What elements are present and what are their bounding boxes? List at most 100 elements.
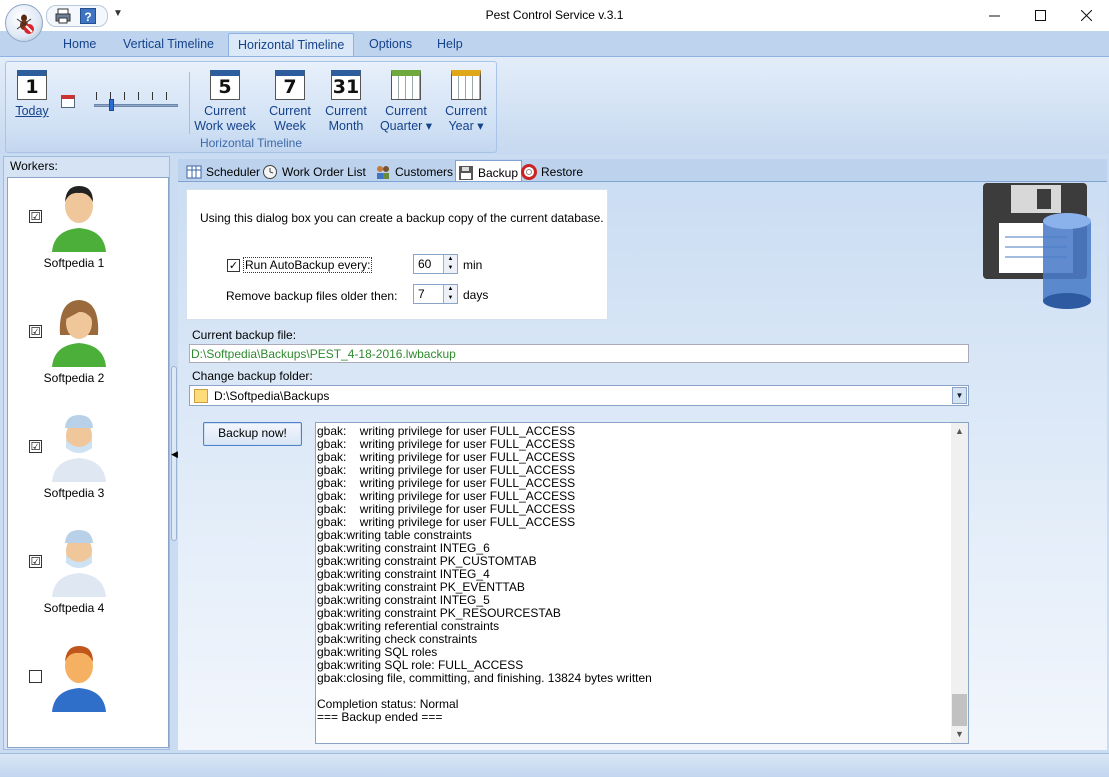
remove-days-value: 7 (418, 287, 425, 301)
ribbon-separator (189, 72, 190, 134)
autobackup-checkbox[interactable]: ✓ (227, 258, 240, 272)
current-file-label: Current backup file: (192, 328, 297, 342)
worker-name: Softpedia 3 (43, 486, 105, 500)
zoom-slider[interactable] (94, 92, 178, 114)
backup-log[interactable]: gbak: writing privilege for user FULL_AC… (315, 422, 969, 744)
calendar-year-icon (451, 70, 481, 100)
scrollbar-thumb[interactable] (952, 694, 967, 726)
current-quarter-button[interactable]: Current Quarter ▾ (378, 70, 434, 134)
autobackup-panel: Using this dialog box you can create a b… (186, 189, 608, 320)
log-line: gbak:closing file, committing, and finis… (317, 671, 652, 685)
tab-backup[interactable]: Backup (455, 160, 523, 181)
calendar-7-icon: 7 (275, 70, 305, 100)
window-title: Pest Control Service v.3.1 (485, 8, 624, 22)
customers-icon (375, 164, 391, 180)
worker-item[interactable] (8, 638, 168, 747)
worker-item[interactable]: ☑ Softpedia 1 (8, 178, 168, 288)
status-bar (0, 753, 1109, 777)
backup-folder-select[interactable]: D:\Softpedia\Backups ▼ (189, 385, 969, 406)
tab-restore[interactable]: Restore (521, 160, 586, 181)
worker-item[interactable]: ☑ Softpedia 2 (8, 293, 168, 403)
tab-customers[interactable]: Customers (375, 160, 456, 181)
tab-options[interactable]: Options (369, 37, 412, 51)
app-menu-button[interactable] (5, 4, 43, 42)
current-month-button[interactable]: 31 Current Month (322, 70, 370, 134)
main-content: Scheduler Work Order List Customers Back… (178, 156, 1107, 750)
autobackup-minutes-value: 60 (418, 257, 432, 271)
days-unit: days (463, 288, 489, 302)
lifebuoy-icon (521, 164, 537, 180)
tab-vertical-timeline[interactable]: Vertical Timeline (123, 37, 214, 51)
female-user-avatar-icon (52, 300, 106, 367)
worker-checkbox[interactable]: ☑ (29, 325, 42, 338)
worker-checkbox[interactable]: ☑ (29, 440, 42, 453)
doctor-avatar-icon (52, 530, 106, 597)
workers-list[interactable]: ☑ Softpedia 1 ☑ Softpedia 2 ☑ Softpedia … (7, 177, 169, 748)
close-button[interactable] (1063, 0, 1109, 31)
scheduler-grid-icon (186, 164, 202, 180)
change-folder-label: Change backup folder: (192, 369, 313, 383)
panel-splitter[interactable]: ◀ (171, 156, 178, 750)
worker-checkbox[interactable]: ☑ (29, 210, 42, 223)
document-tab-bar: Scheduler Work Order List Customers Back… (178, 159, 1107, 182)
collapse-panel-icon[interactable]: ◀ (171, 449, 178, 460)
spinner-arrows-icon[interactable]: ▲ ▼ (443, 285, 457, 303)
autobackup-row: ✓ Run AutoBackup every: (227, 257, 373, 273)
worker-item[interactable]: ☑ Softpedia 3 (8, 408, 168, 518)
workers-panel: Workers: ☑ Softpedia 1 ☑ Softpedia 2 ☑ S… (3, 156, 170, 750)
backup-folder-value: D:\Softpedia\Backups (214, 388, 330, 403)
ribbon: 1 Today 5 Current Work week 7 Current We… (0, 56, 1109, 154)
current-backup-file-field[interactable]: D:\Softpedia\Backups\PEST_4-18-2016.lwba… (189, 344, 969, 363)
autobackup-label[interactable]: Run AutoBackup every: (243, 257, 373, 273)
backup-disk-icon (458, 165, 474, 181)
calendar-month-icon: 31 (331, 70, 361, 100)
clock-icon (262, 164, 278, 180)
current-year-button[interactable]: Current Year ▾ (442, 70, 490, 134)
tab-home[interactable]: Home (63, 37, 96, 51)
male-user-avatar-icon (52, 646, 106, 712)
scroll-down-icon[interactable]: ▼ (951, 726, 968, 743)
scroll-up-icon[interactable]: ▲ (951, 423, 968, 440)
worker-item[interactable]: ☑ Softpedia 4 (8, 523, 168, 633)
zoom-slider-thumb[interactable] (109, 99, 114, 111)
male-user-avatar-icon (52, 186, 106, 252)
title-bar: ? ▼ Pest Control Service v.3.1 (0, 0, 1109, 31)
worker-name: Softpedia 4 (43, 601, 105, 615)
minutes-unit: min (463, 258, 483, 272)
tab-horizontal-timeline[interactable]: Horizontal Timeline (228, 33, 355, 58)
dropdown-arrow-icon[interactable]: ▼ (952, 387, 967, 404)
calendar-week-icon: 5 (210, 70, 240, 100)
ribbon-group-label: Horizontal Timeline (199, 136, 303, 150)
autobackup-minutes-spinner[interactable]: 60 ▲ ▼ (413, 254, 458, 274)
current-week-button[interactable]: 7 Current Week (266, 70, 314, 134)
worker-checkbox[interactable] (29, 670, 42, 683)
worker-name: Softpedia 2 (43, 371, 105, 385)
spinner-arrows-icon[interactable]: ▲ ▼ (443, 255, 457, 273)
floppy-database-icon (983, 183, 1091, 309)
today-button[interactable]: 1 Today (14, 70, 50, 119)
folder-icon (194, 388, 208, 403)
remove-days-spinner[interactable]: 7 ▲ ▼ (413, 284, 458, 304)
ribbon-group-horizontal-timeline: 1 Today 5 Current Work week 7 Current We… (5, 61, 497, 153)
tab-scheduler[interactable]: Scheduler (186, 160, 263, 181)
backup-now-button[interactable]: Backup now! (203, 422, 302, 446)
log-scrollbar[interactable]: ▲ ▼ (951, 423, 968, 743)
ribbon-tab-bar: Home Vertical Timeline Horizontal Timeli… (0, 31, 1109, 58)
maximize-button[interactable] (1017, 0, 1063, 31)
minimize-button[interactable] (971, 0, 1017, 31)
log-line: === Backup ended === (317, 710, 443, 724)
tab-help[interactable]: Help (437, 37, 463, 51)
calendar-small-icon[interactable] (61, 95, 75, 108)
doctor-avatar-icon (52, 415, 106, 482)
worker-checkbox[interactable]: ☑ (29, 555, 42, 568)
remove-older-label: Remove backup files older then: (226, 289, 398, 303)
calendar-quarter-icon (391, 70, 421, 100)
backup-info-text: Using this dialog box you can create a b… (200, 211, 604, 225)
workers-title: Workers: (10, 159, 58, 173)
ant-logo-icon (11, 9, 37, 38)
tab-work-order-list[interactable]: Work Order List (262, 160, 369, 181)
backup-log-text: gbak: writing privilege for user FULL_AC… (317, 425, 947, 724)
calendar-day-icon: 1 (17, 70, 47, 100)
worker-name: Softpedia 1 (43, 256, 105, 270)
current-work-week-button[interactable]: 5 Current Work week (194, 70, 256, 134)
